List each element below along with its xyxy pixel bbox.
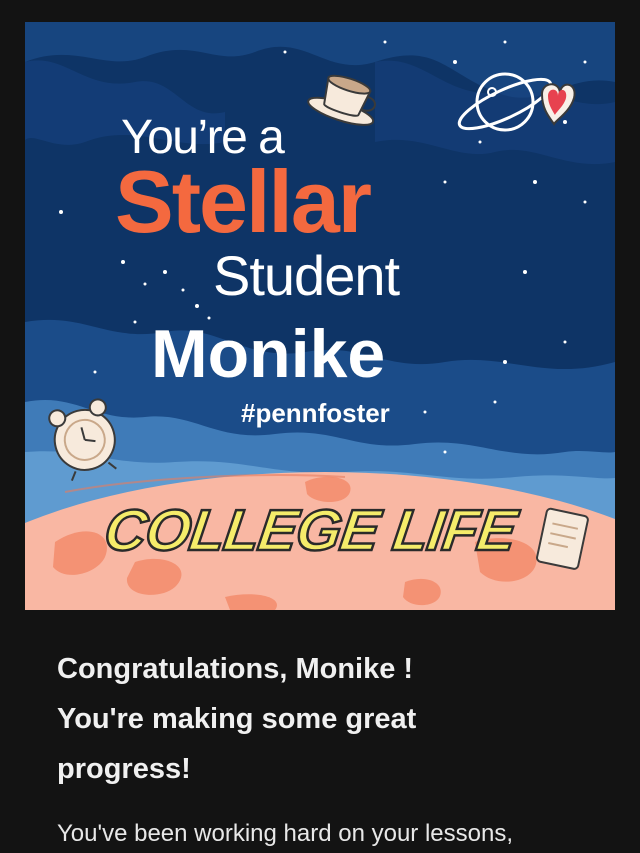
message-heading-line-2: You're making some great <box>57 703 417 735</box>
message-heading-line-3: progress! <box>57 753 191 785</box>
hero-student-name: Monike <box>151 316 386 392</box>
hero-line-student: Student <box>213 244 400 307</box>
planet-heart-icon <box>457 72 576 132</box>
paper-sticker-icon <box>536 507 589 570</box>
hero-line-stellar: Stellar <box>115 152 372 251</box>
page: You’re a Stellar Student Monike #pennfos… <box>0 0 640 853</box>
hero-hashtag: #pennfoster <box>241 398 390 428</box>
college-life-banner: COLLEGE LIFE <box>99 497 521 565</box>
hero-image: You’re a Stellar Student Monike #pennfos… <box>25 22 615 610</box>
coffee-cup-icon <box>307 74 376 126</box>
message-body-line-1: You've been working hard on your lessons… <box>57 820 513 847</box>
alarm-clock-icon <box>48 398 117 481</box>
message-heading-line-1: Congratulations, Monike ! <box>57 653 414 685</box>
message-section: Congratulations, Monike ! You're making … <box>57 644 617 847</box>
